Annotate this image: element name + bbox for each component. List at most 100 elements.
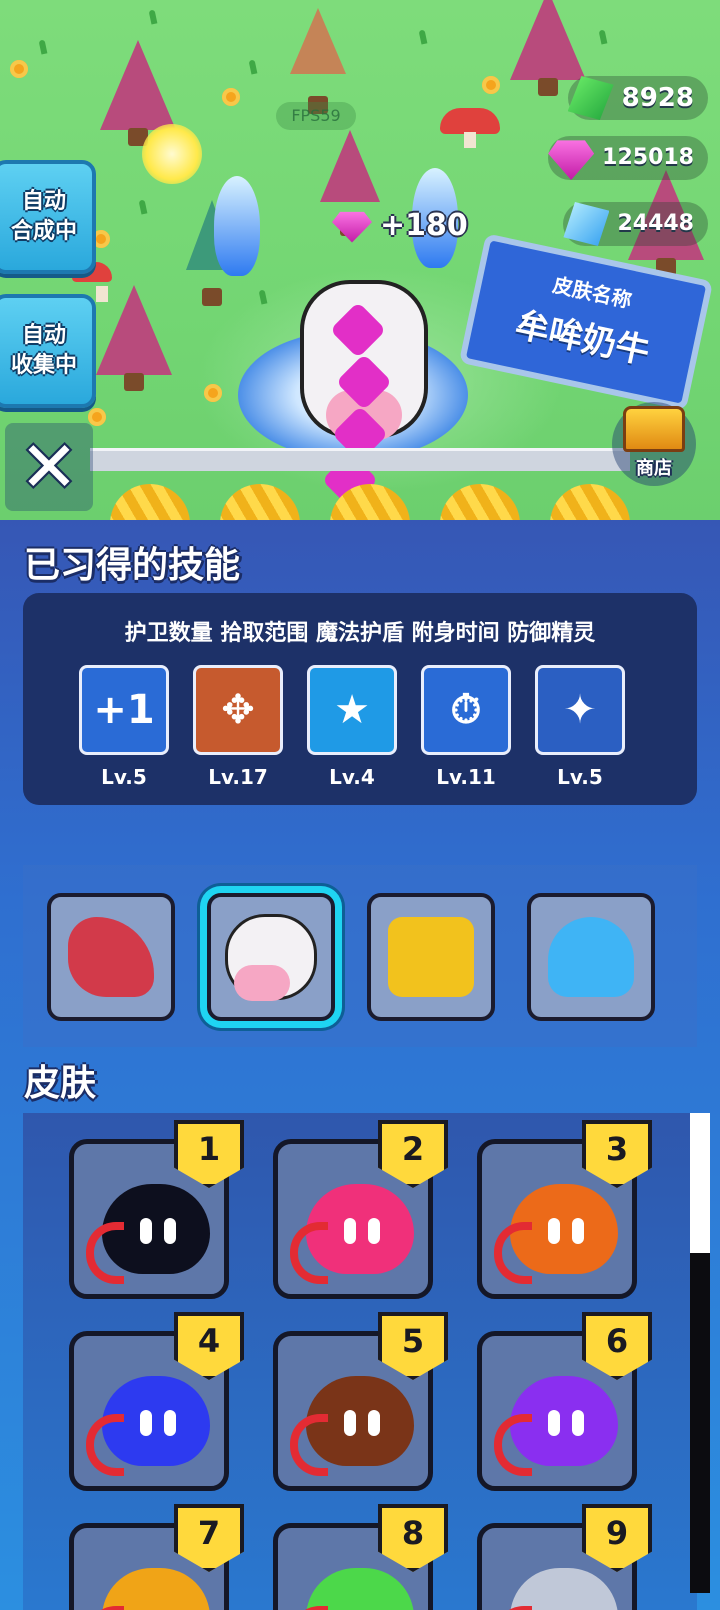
skill-glyph: ✥ <box>221 687 255 733</box>
gem-gain-amount: +180 <box>380 208 468 243</box>
auto-collect-label: 自动 收集中 <box>10 323 77 378</box>
skin-number-badge: 3 <box>582 1120 652 1188</box>
magic-shield-icon: ★ <box>307 665 397 755</box>
learned-skills-title: 已习得的技能 <box>24 545 241 586</box>
skin-card[interactable]: 4 <box>69 1312 244 1491</box>
gem-gain-popup: +180 <box>332 208 468 243</box>
halo-slime-skin-icon <box>494 1376 618 1476</box>
skill-guard-count[interactable]: +1 Lv.5 <box>77 665 171 789</box>
cow-icon <box>225 914 317 1001</box>
shop-label: 商店 <box>636 458 672 479</box>
skin-number-badge: 1 <box>174 1120 244 1188</box>
skin-number-badge: 9 <box>582 1504 652 1572</box>
close-button[interactable]: ✕ <box>5 423 93 511</box>
flower-decoration <box>482 76 500 94</box>
skin-card[interactable]: 6 <box>477 1312 652 1491</box>
skill-pickup-range[interactable]: ✥ Lv.17 <box>191 665 285 789</box>
grass-decoration <box>148 9 158 25</box>
game-scene: FPS59 +180 皮肤名称 牟哞奶牛 8928 125018 24448 自… <box>0 0 720 520</box>
pet-slot-cow[interactable] <box>207 893 335 1021</box>
auto-merge-label: 自动 合成中 <box>10 189 77 244</box>
pickup-range-icon: ✥ <box>193 665 283 755</box>
ball-row-decoration <box>110 484 630 520</box>
guard-count-icon: +1 <box>79 665 169 755</box>
skill-glyph: ★ <box>334 687 370 733</box>
flower-decoration <box>10 60 28 78</box>
slime-skin-icon <box>290 1184 414 1284</box>
skin-number-badge: 6 <box>582 1312 652 1380</box>
auto-merge-button[interactable]: 自动 合成中 <box>0 160 96 274</box>
crown-slime-skin-icon <box>86 1376 210 1476</box>
skill-glyph: ⏱ <box>450 687 482 733</box>
blue-flame-effect <box>214 176 260 276</box>
grass-decoration <box>598 29 608 45</box>
skin-card[interactable]: 2 <box>273 1120 448 1299</box>
possess-time-icon: ⏱ <box>421 665 511 755</box>
treasure-chest-icon <box>623 406 685 452</box>
tree-decoration <box>510 0 586 96</box>
skill-defense-sprite[interactable]: ✦ Lv.5 <box>533 665 627 789</box>
scrollbar-thumb[interactable] <box>690 1113 710 1253</box>
skin-card[interactable]: 9 <box>477 1504 652 1610</box>
skin-number-badge: 8 <box>378 1504 448 1572</box>
fps-counter: FPS59 <box>276 102 356 130</box>
skill-level: Lv.5 <box>557 765 603 789</box>
skin-number-badge: 2 <box>378 1120 448 1188</box>
skin-card[interactable]: 1 <box>69 1120 244 1299</box>
fence-decoration <box>90 448 630 471</box>
skill-level: Lv.4 <box>329 765 375 789</box>
grass-decoration <box>248 59 258 75</box>
currency-blue-crystals: 24448 <box>563 200 708 248</box>
pet-selector <box>23 865 697 1047</box>
slime-skin-icon <box>86 1184 210 1284</box>
slime-skin-icon <box>494 1184 618 1284</box>
pink-gem-icon <box>332 211 372 243</box>
grass-decoration <box>38 39 48 55</box>
skins-scrollbar[interactable] <box>690 1113 710 1593</box>
skill-glyph: +1 <box>93 687 155 733</box>
tree-decoration <box>100 40 176 146</box>
learned-skills-box: 护卫数量 拾取范围 魔法护盾 附身时间 防御精灵 +1 Lv.5 ✥ Lv.17… <box>23 593 697 805</box>
shop-button[interactable]: 商店 <box>612 402 696 486</box>
pet-slot-dragon[interactable] <box>47 893 175 1021</box>
skin-card[interactable]: 8 <box>273 1504 448 1610</box>
skill-possess-time[interactable]: ⏱ Lv.11 <box>419 665 513 789</box>
tree-decoration <box>290 8 346 114</box>
currency-green-gems: 8928 <box>567 74 708 122</box>
defense-sprite-icon: ✦ <box>535 665 625 755</box>
skin-number-badge: 7 <box>174 1504 244 1572</box>
skin-number-badge: 4 <box>174 1312 244 1380</box>
red-dragon-icon <box>68 917 154 997</box>
helmet-slime-skin-icon <box>494 1568 618 1610</box>
yellow-drone-icon <box>388 917 474 997</box>
skill-level: Lv.5 <box>101 765 147 789</box>
skill-level: Lv.17 <box>208 765 268 789</box>
currency-pink-gems: 125018 <box>548 134 708 182</box>
pirate-slime-skin-icon <box>86 1568 210 1610</box>
tree-decoration <box>320 130 380 236</box>
grass-decoration <box>138 199 148 215</box>
blue-octopus-icon <box>548 917 634 997</box>
grass-decoration <box>418 29 428 45</box>
skill-glyph: ✦ <box>563 687 597 733</box>
flower-decoration <box>204 384 222 402</box>
flower-decoration <box>222 88 240 106</box>
grass-decoration <box>258 289 268 305</box>
skin-card[interactable]: 5 <box>273 1312 448 1491</box>
skill-magic-shield[interactable]: ★ Lv.4 <box>305 665 399 789</box>
skill-level: Lv.11 <box>436 765 496 789</box>
close-icon: ✕ <box>19 426 79 508</box>
pet-slot-octopus[interactable] <box>527 893 655 1021</box>
skill-names-row: 护卫数量 拾取范围 魔法护盾 附身时间 防御精灵 <box>124 621 596 646</box>
skin-card[interactable]: 3 <box>477 1120 652 1299</box>
skins-grid: 1 2 3 4 5 6 7 8 9 <box>23 1113 697 1610</box>
flower-decoration <box>88 408 106 426</box>
auto-collect-button[interactable]: 自动 收集中 <box>0 294 96 408</box>
fairy-light-icon <box>142 124 202 184</box>
skins-title: 皮肤 <box>24 1063 97 1104</box>
mushroom-decoration <box>440 108 500 148</box>
skin-card[interactable]: 7 <box>69 1504 244 1610</box>
antler-slime-skin-icon <box>290 1376 414 1476</box>
pet-slot-drone[interactable] <box>367 893 495 1021</box>
skin-number-badge: 5 <box>378 1312 448 1380</box>
